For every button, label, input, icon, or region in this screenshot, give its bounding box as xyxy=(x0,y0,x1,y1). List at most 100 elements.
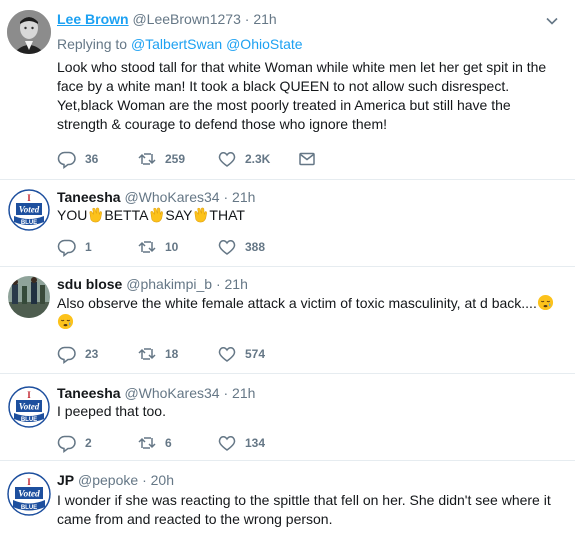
badge-bottom-text: BLUE xyxy=(21,417,37,423)
avatar[interactable]: I Voted BLUE xyxy=(7,472,51,516)
tweet-text: YOU BETTA SAY THAT xyxy=(57,206,562,225)
tweet-header: Taneesha @WhoKares34 · 21h xyxy=(57,188,255,206)
retweet-count: 259 xyxy=(165,152,186,166)
retweet-icon xyxy=(138,241,156,253)
timestamp[interactable]: 21h xyxy=(232,189,255,205)
like-count: 388 xyxy=(245,240,266,254)
direct-message-button[interactable] xyxy=(297,149,325,169)
reply-feed: Lee Brown @LeeBrown1273 · 21h Replying t… xyxy=(0,0,575,535)
reply-count: 2 xyxy=(85,436,92,450)
mention-link[interactable]: @TalbertSwan xyxy=(131,36,222,52)
tweet-text-body: Also observe the white female attack a v… xyxy=(57,295,537,311)
tweet-text-line: Look who stood tall for that white Woman… xyxy=(57,59,547,75)
like-button[interactable]: 574 xyxy=(217,344,265,364)
reply-count: 1 xyxy=(85,240,92,254)
display-name[interactable]: Taneesha xyxy=(57,189,121,205)
separator-dot: · xyxy=(223,189,229,205)
tweet-word: THAT xyxy=(209,207,245,223)
separator-dot: · xyxy=(142,472,147,488)
tweet-text: I peeped that too. xyxy=(57,402,562,421)
replying-to: Replying to @TalbertSwan @OhioState xyxy=(57,35,303,53)
replying-to-label: Replying to xyxy=(57,36,128,52)
reply-button[interactable]: 1 xyxy=(57,237,92,257)
retweet-icon xyxy=(138,437,156,449)
retweet-count: 10 xyxy=(165,240,179,254)
retweet-count: 18 xyxy=(165,347,179,361)
display-name[interactable]: JP xyxy=(57,472,74,488)
reply-icon xyxy=(57,239,76,257)
tweet-text-body: I peeped that too. xyxy=(57,403,166,419)
tweet-text-line: face by a white man! It took a black QUE… xyxy=(57,78,510,94)
tweet-jp[interactable]: I Voted BLUE JP @pepoke · 20h I wonder i… xyxy=(0,461,575,535)
badge-bottom-text: BLUE xyxy=(21,220,37,226)
tweet-lee-brown[interactable]: Lee Brown @LeeBrown1273 · 21h Replying t… xyxy=(0,0,575,180)
reply-icon xyxy=(57,435,76,453)
like-count: 2.3K xyxy=(245,152,271,166)
tweet-header: sdu blose @phakimpi_b · 21h xyxy=(57,275,248,293)
like-icon xyxy=(218,240,236,255)
badge-top-text: I xyxy=(27,477,31,487)
display-name[interactable]: sdu blose xyxy=(57,276,122,292)
chevron-down-icon[interactable] xyxy=(543,12,561,30)
display-name[interactable]: Lee Brown xyxy=(57,11,129,27)
clapping-hands-emoji xyxy=(150,207,164,223)
reply-button[interactable]: 2 xyxy=(57,433,92,453)
user-handle[interactable]: @WhoKares34 xyxy=(124,385,219,401)
retweet-icon xyxy=(138,348,156,360)
like-count: 134 xyxy=(245,436,266,450)
timestamp[interactable]: 20h xyxy=(151,472,174,488)
mention-link[interactable]: @OhioState xyxy=(226,36,302,52)
tweet-header: Lee Brown @LeeBrown1273 · 21h xyxy=(57,10,277,28)
retweet-button[interactable]: 6 xyxy=(137,433,172,453)
retweet-count: 6 xyxy=(165,436,172,450)
avatar[interactable] xyxy=(7,10,51,54)
like-button[interactable]: 388 xyxy=(217,237,265,257)
like-icon xyxy=(218,436,236,451)
retweet-button[interactable]: 259 xyxy=(137,149,185,169)
timestamp[interactable]: 21h xyxy=(253,11,276,27)
retweet-icon xyxy=(138,153,156,165)
reply-button[interactable]: 36 xyxy=(57,149,98,169)
tweet-text: I wonder if she was reacting to the spit… xyxy=(57,491,562,529)
tweet-word: BETTA xyxy=(104,207,149,223)
badge-top-text: I xyxy=(27,390,31,400)
badge-middle-text: Voted xyxy=(19,205,40,215)
tweet-sdu-blose[interactable]: sdu blose @phakimpi_b · 21h Also observe… xyxy=(0,267,575,374)
reply-icon xyxy=(57,346,76,364)
clapping-hands-emoji xyxy=(194,207,208,223)
avatar[interactable]: I Voted BLUE xyxy=(8,386,50,428)
timestamp[interactable]: 21h xyxy=(225,276,248,292)
tweet-text: Look who stood tall for that white Woman… xyxy=(57,58,562,134)
user-handle[interactable]: @LeeBrown1273 xyxy=(132,11,240,27)
retweet-button[interactable]: 18 xyxy=(137,344,178,364)
reply-button[interactable]: 23 xyxy=(57,344,98,364)
separator-dot: · xyxy=(223,385,229,401)
clapping-hands-emoji xyxy=(89,207,103,223)
direct-message-icon xyxy=(299,152,315,166)
user-handle[interactable]: @WhoKares34 xyxy=(124,189,219,205)
badge-middle-text: Voted xyxy=(18,490,40,500)
tweet-taneesha-2[interactable]: I Voted BLUE Taneesha @WhoKares34 · 21h … xyxy=(0,374,575,461)
like-count: 574 xyxy=(245,347,266,361)
like-icon xyxy=(218,347,236,362)
avatar[interactable] xyxy=(8,276,50,318)
tweet-text: Also observe the white female attack a v… xyxy=(57,294,557,332)
like-icon xyxy=(218,152,236,167)
display-name[interactable]: Taneesha xyxy=(57,385,121,401)
tweet-word: YOU xyxy=(57,207,88,223)
like-button[interactable]: 2.3K xyxy=(217,149,270,169)
tweet-taneesha-1[interactable]: I Voted BLUE Taneesha @WhoKares34 · 21h … xyxy=(0,180,575,267)
tweet-text-line: came from and reacted to the wrong perso… xyxy=(57,511,333,527)
reply-count: 36 xyxy=(85,152,99,166)
reply-icon xyxy=(57,151,76,169)
avatar[interactable]: I Voted BLUE xyxy=(8,189,50,231)
tweet-header: Taneesha @WhoKares34 · 21h xyxy=(57,384,255,402)
retweet-button[interactable]: 10 xyxy=(137,237,178,257)
timestamp[interactable]: 21h xyxy=(232,385,255,401)
tweet-word: SAY xyxy=(165,207,193,223)
tweet-text-line: strength & courage to defend those who i… xyxy=(57,116,387,132)
tweet-text-line: Yet,black Woman are the most poorly trea… xyxy=(57,97,511,113)
user-handle[interactable]: @phakimpi_b xyxy=(126,276,212,292)
like-button[interactable]: 134 xyxy=(217,433,265,453)
user-handle[interactable]: @pepoke xyxy=(78,472,138,488)
